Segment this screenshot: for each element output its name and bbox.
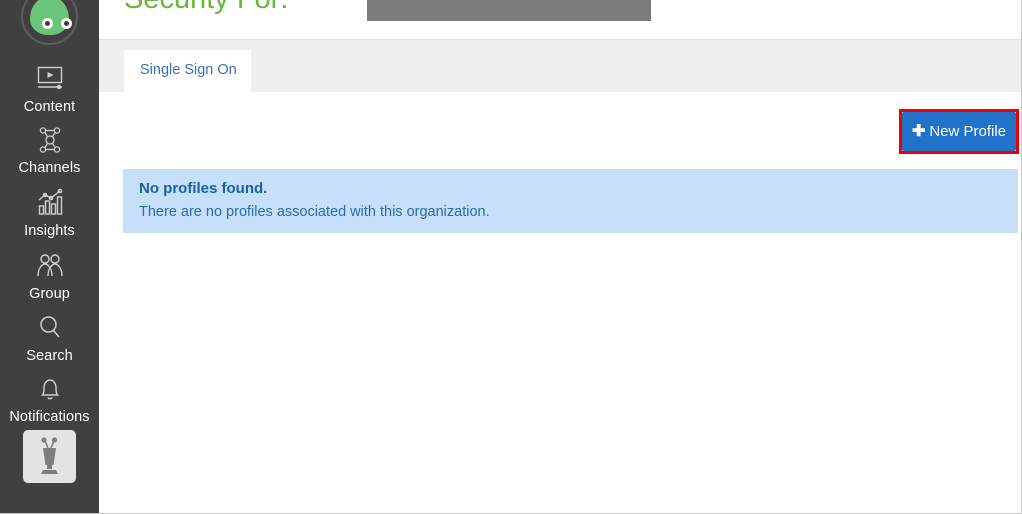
avatar[interactable]: [21, 0, 78, 45]
robot-head-avatar-icon: [30, 0, 72, 35]
no-profiles-alert: No profiles found. There are no profiles…: [123, 169, 1018, 233]
page-header: Security For:: [99, 0, 1021, 40]
avatar-eye-left-icon: [42, 18, 53, 29]
page-title: Security For:: [124, 0, 288, 16]
main-content: ✚ New Profile No profiles found. There a…: [99, 92, 1021, 513]
new-profile-button[interactable]: ✚ New Profile: [902, 112, 1016, 151]
sidebar-item-label: Content: [23, 99, 76, 115]
sidebar-item-label: Notifications: [9, 409, 90, 425]
sidebar-navigation: Content Channels Insights Group Search N…: [0, 0, 99, 513]
avatar-eye-right-icon: [61, 18, 72, 29]
alert-title: No profiles found.: [139, 180, 268, 197]
sidebar-item-search[interactable]: Search: [0, 311, 99, 365]
application-window: Content Channels Insights Group Search N…: [0, 0, 1022, 514]
sidebar-item-notifications[interactable]: Notifications: [0, 372, 99, 426]
notifications-bell-icon: [0, 372, 99, 406]
sidebar-item-content[interactable]: Content: [0, 62, 99, 116]
sidebar-item-label: Search: [26, 348, 73, 364]
sidebar-item-channels[interactable]: Channels: [0, 123, 99, 177]
channels-network-icon: [0, 123, 99, 157]
alert-body: There are no profiles associated with th…: [139, 204, 490, 220]
robot-figure-icon: [41, 437, 58, 474]
new-profile-button-label: New Profile: [929, 123, 1007, 140]
sidebar-item-insights[interactable]: Insights: [0, 186, 99, 240]
plus-icon: ✚: [911, 122, 926, 140]
group-people-icon: [0, 249, 99, 283]
content-toolbar: ✚ New Profile: [99, 92, 1021, 167]
tab-single-sign-on[interactable]: Single Sign On: [124, 50, 251, 92]
tab-bar: Single Sign On: [99, 40, 1021, 92]
sidebar-item-label: Group: [29, 286, 70, 302]
content-monitor-icon: [0, 62, 99, 96]
sidebar-item-label: Channels: [18, 160, 81, 176]
tab-label: Single Sign On: [140, 62, 237, 78]
sidebar-item-group[interactable]: Group: [0, 249, 99, 303]
redacted-organization-name: [367, 0, 651, 21]
sidebar-item-label: Insights: [24, 223, 75, 239]
search-magnifier-icon: [0, 311, 99, 345]
insights-bar-chart-icon: [0, 186, 99, 220]
account-avatar-tile[interactable]: [23, 430, 76, 483]
